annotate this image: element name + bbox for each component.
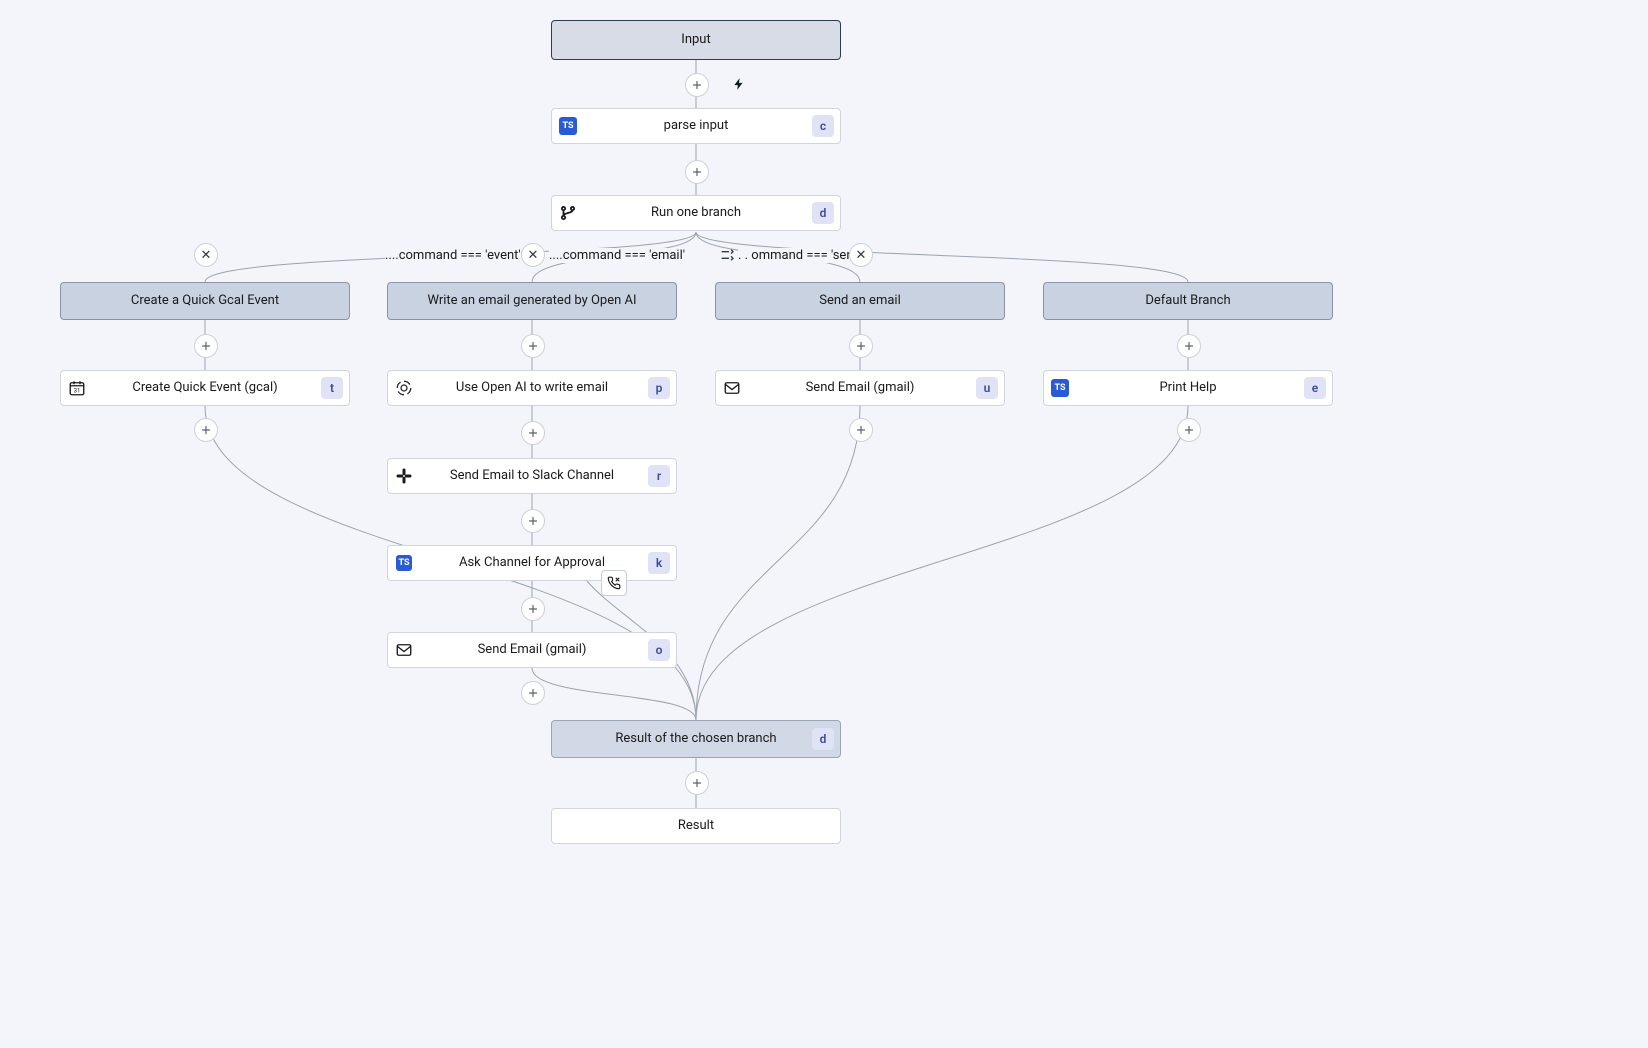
add-step-button[interactable] bbox=[1177, 418, 1201, 442]
add-step-button[interactable] bbox=[849, 418, 873, 442]
add-step-button[interactable] bbox=[685, 73, 709, 97]
add-step-button[interactable] bbox=[521, 509, 545, 533]
node-send-gmail-1-label: Send Email (gmail) bbox=[744, 379, 976, 397]
branch-condition-email: ....command === 'email' bbox=[549, 248, 685, 263]
remove-branch-button[interactable]: ✕ bbox=[849, 243, 873, 267]
node-input-label: Input bbox=[552, 31, 840, 49]
add-step-button[interactable] bbox=[1177, 334, 1201, 358]
node-parse-input-key: c bbox=[812, 115, 834, 137]
node-run-branch-key: d bbox=[812, 202, 834, 224]
node-run-branch-label: Run one branch bbox=[580, 204, 812, 222]
add-step-button[interactable] bbox=[521, 681, 545, 705]
add-step-button[interactable] bbox=[685, 160, 709, 184]
trigger-icon bbox=[729, 74, 749, 94]
add-step-button[interactable] bbox=[685, 771, 709, 795]
node-result-branch[interactable]: Result of the chosen branch d bbox=[551, 720, 841, 758]
node-parse-input-label: parse input bbox=[580, 117, 812, 135]
flow-wires bbox=[0, 0, 1648, 1048]
node-result-label: Result bbox=[552, 817, 840, 835]
plus-icon bbox=[691, 79, 703, 91]
plus-icon bbox=[691, 166, 703, 178]
approval-call-badge bbox=[601, 570, 627, 596]
node-result-branch-key: d bbox=[812, 728, 834, 750]
node-send-gmail-1-key: u bbox=[976, 377, 998, 399]
node-result[interactable]: Result bbox=[551, 808, 841, 844]
node-parse-input[interactable]: TS parse input c bbox=[551, 108, 841, 144]
node-input[interactable]: Input bbox=[551, 20, 841, 60]
node-run-branch[interactable]: Run one branch d bbox=[551, 195, 841, 231]
node-create-quick-event-key: t bbox=[321, 377, 343, 399]
node-send-slack-key: r bbox=[648, 465, 670, 487]
node-print-help[interactable]: TS Print Help e bbox=[1043, 370, 1333, 406]
branch-head-openai-label: Write an email generated by Open AI bbox=[388, 292, 676, 310]
node-use-openai[interactable]: Use Open AI to write email p bbox=[387, 370, 677, 406]
node-create-quick-event[interactable]: 31 Create Quick Event (gcal) t bbox=[60, 370, 350, 406]
node-use-openai-label: Use Open AI to write email bbox=[416, 379, 648, 397]
branch-head-openai[interactable]: Write an email generated by Open AI bbox=[387, 282, 677, 320]
openai-icon bbox=[392, 376, 416, 400]
node-send-gmail-2[interactable]: Send Email (gmail) o bbox=[387, 632, 677, 668]
branch-icon bbox=[556, 201, 580, 225]
branch-head-default-label: Default Branch bbox=[1044, 292, 1332, 310]
node-ask-approval-key: k bbox=[648, 552, 670, 574]
node-print-help-key: e bbox=[1304, 377, 1326, 399]
calendar-icon: 31 bbox=[65, 376, 89, 400]
typescript-icon: TS bbox=[556, 114, 580, 138]
slack-icon bbox=[392, 464, 416, 488]
branch-head-send[interactable]: Send an email bbox=[715, 282, 1005, 320]
add-step-button[interactable] bbox=[521, 334, 545, 358]
branch-condition-event: ....command === 'event' bbox=[385, 248, 521, 263]
gmail-icon bbox=[720, 376, 744, 400]
branch-head-gcal-label: Create a Quick Gcal Event bbox=[61, 292, 349, 310]
gmail-icon bbox=[392, 638, 416, 662]
typescript-icon: TS bbox=[1048, 376, 1072, 400]
remove-branch-button[interactable]: ✕ bbox=[194, 243, 218, 267]
node-result-branch-label: Result of the chosen branch bbox=[580, 730, 812, 748]
node-ask-approval[interactable]: TS Ask Channel for Approval k bbox=[387, 545, 677, 581]
branch-condition-send: . . ommand === 'send' bbox=[738, 248, 863, 263]
node-send-gmail-2-label: Send Email (gmail) bbox=[416, 641, 648, 659]
add-step-button[interactable] bbox=[194, 334, 218, 358]
svg-text:31: 31 bbox=[74, 388, 81, 395]
node-send-slack[interactable]: Send Email to Slack Channel r bbox=[387, 458, 677, 494]
node-print-help-label: Print Help bbox=[1072, 379, 1304, 397]
reorder-branch-button[interactable] bbox=[716, 244, 738, 266]
remove-branch-button[interactable]: ✕ bbox=[521, 243, 545, 267]
add-step-button[interactable] bbox=[194, 418, 218, 442]
add-step-button[interactable] bbox=[849, 334, 873, 358]
node-send-gmail-2-key: o bbox=[648, 639, 670, 661]
node-create-quick-event-label: Create Quick Event (gcal) bbox=[89, 379, 321, 397]
add-step-button[interactable] bbox=[521, 421, 545, 445]
node-send-slack-label: Send Email to Slack Channel bbox=[416, 467, 648, 485]
branch-head-gcal[interactable]: Create a Quick Gcal Event bbox=[60, 282, 350, 320]
node-send-gmail-1[interactable]: Send Email (gmail) u bbox=[715, 370, 1005, 406]
branch-head-send-label: Send an email bbox=[716, 292, 1004, 310]
node-use-openai-key: p bbox=[648, 377, 670, 399]
branch-head-default[interactable]: Default Branch bbox=[1043, 282, 1333, 320]
typescript-icon: TS bbox=[392, 551, 416, 575]
add-step-button[interactable] bbox=[521, 597, 545, 621]
